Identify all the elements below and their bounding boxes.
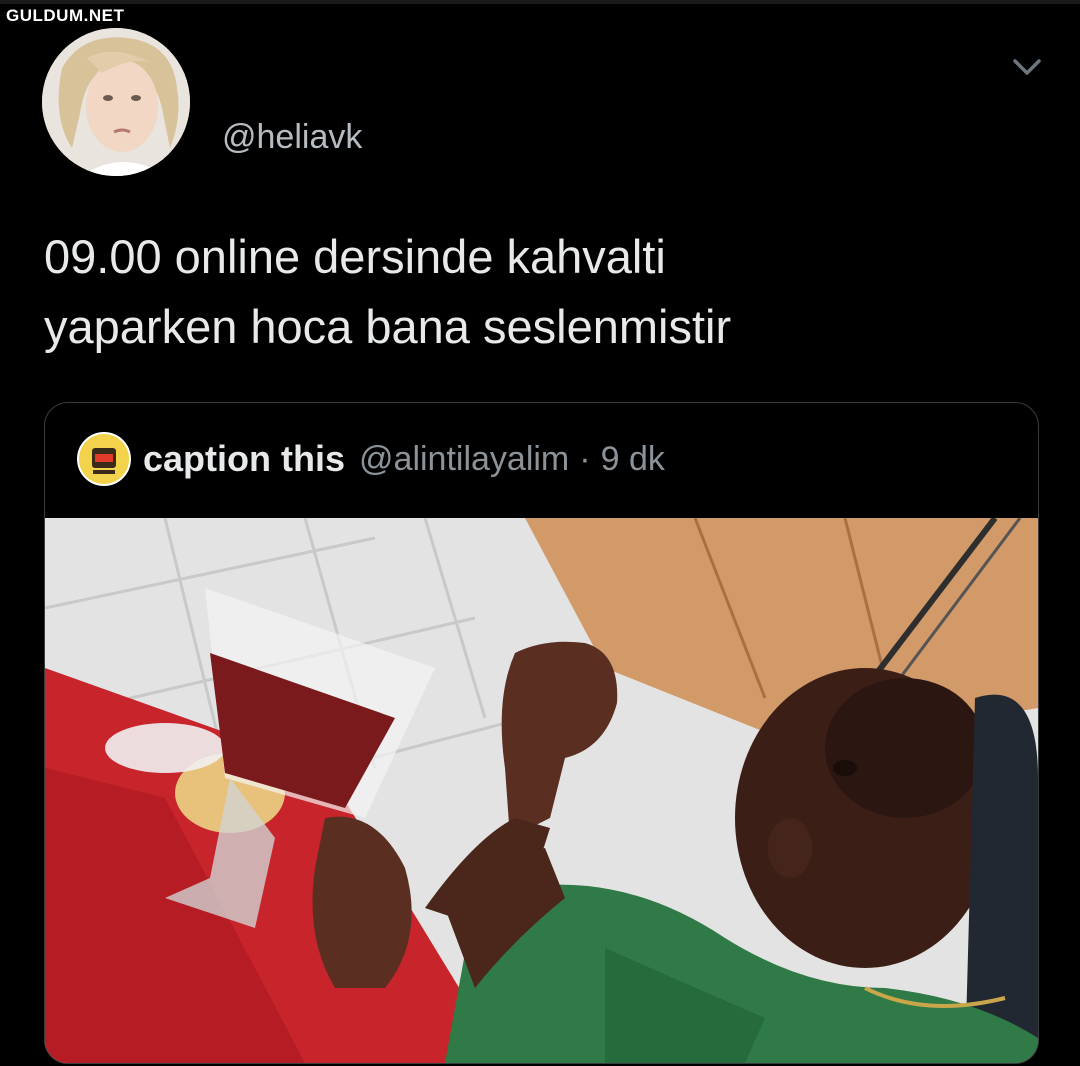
author-handle[interactable]: @heliavk bbox=[222, 118, 362, 157]
watermark: GULDUM.NET bbox=[6, 6, 125, 25]
avatar-photo bbox=[42, 28, 190, 176]
tweet-text-line-2: yaparken hoca bana seslenmistir bbox=[44, 300, 732, 353]
separator-dot: · bbox=[579, 439, 591, 478]
top-divider bbox=[0, 0, 1080, 4]
media-photo bbox=[45, 516, 1038, 1063]
quoted-avatar-logo bbox=[81, 436, 127, 482]
avatar[interactable] bbox=[42, 28, 190, 176]
quoted-tweet-header: caption this @alintilayalim · 9 dk bbox=[77, 431, 665, 487]
quoted-author-handle[interactable]: @alintilayalim bbox=[359, 440, 569, 479]
tweet-text: 09.00 online dersinde kahvalti yaparken … bbox=[44, 222, 1024, 362]
quoted-timestamp[interactable]: 9 dk bbox=[601, 440, 665, 479]
quoted-media-image[interactable] bbox=[45, 516, 1038, 1063]
quoted-avatar[interactable] bbox=[77, 432, 131, 486]
tweet-text-line-1: 09.00 online dersinde kahvalti bbox=[44, 230, 666, 283]
quoted-tweet-card[interactable]: caption this @alintilayalim · 9 dk bbox=[44, 402, 1039, 1064]
quoted-author-name[interactable]: caption this bbox=[143, 438, 345, 480]
chevron-down-icon[interactable] bbox=[1010, 54, 1044, 80]
